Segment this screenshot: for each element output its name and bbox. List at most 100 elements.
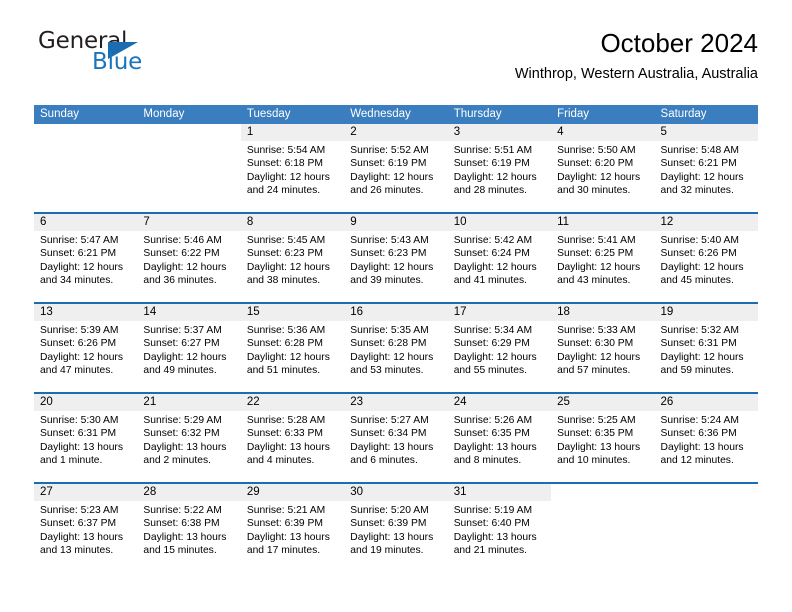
day-cell[interactable]: 24 Sunrise: 5:26 AM Sunset: 6:35 PM Dayligh… [447,394,552,482]
sunrise-text: Sunrise: 5:22 AM [143,505,222,516]
sunrise-text: Sunrise: 5:37 AM [143,325,222,336]
day-cell[interactable]: 16 Sunrise: 5:35 AM Sunset: 6:28 PM Dayligh… [344,304,448,392]
day-details: Sunrise: 5:33 AM Sunset: 6:30 PM Daylight:… [551,321,654,378]
day-number: 22 [240,394,345,411]
sunrise-text: Sunrise: 5:42 AM [453,235,533,246]
daylight-text: Daylight: 13 hours and 2 minutes. [143,441,227,467]
daylight-text: Daylight: 12 hours and 57 minutes. [557,351,641,377]
day-cell[interactable]: 17 Sunrise: 5:34 AM Sunset: 6:29 PM Dayligh… [447,304,552,392]
day-details: Sunrise: 5:50 AM Sunset: 6:20 PM Daylight:… [551,141,654,198]
day-number: 12 [654,214,758,231]
sunrise-text: Sunrise: 5:45 AM [246,235,326,246]
day-cell[interactable]: 11 Sunrise: 5:41 AM Sunset: 6:25 PM Dayligh… [551,214,655,302]
day-number: 11 [551,214,655,231]
day-cell[interactable]: 2 Sunrise: 5:52 AM Sunset: 6:19 PM Daylight… [344,124,448,212]
day-details: Sunrise: 5:34 AM Sunset: 6:29 PM Daylight:… [448,321,551,378]
sunrise-text: Sunrise: 5:24 AM [660,415,739,426]
day-details: Sunrise: 5:46 AM Sunset: 6:22 PM Daylight:… [137,231,240,288]
day-cell[interactable]: 23 Sunrise: 5:27 AM Sunset: 6:34 PM Dayligh… [344,394,448,482]
sunset-text: Sunset: 6:39 PM [350,518,427,530]
daylight-text: Daylight: 13 hours and 13 minutes. [40,531,123,557]
sunset-text: Sunset: 6:40 PM [453,518,530,530]
weekday-header-friday: Friday [557,108,590,120]
day-number: 4 [551,124,655,141]
daylight-text: Daylight: 12 hours and 43 minutes. [557,261,641,287]
week-row: 6 Sunrise: 5:47 AM Sunset: 6:21 PM Daylight… [34,212,758,302]
daylight-text: Daylight: 13 hours and 17 minutes. [246,531,330,557]
day-cell[interactable]: 1 Sunrise: 5:54 AM Sunset: 6:18 PM Daylight… [240,124,345,212]
page-title: October 2024 [600,28,758,58]
day-cell[interactable]: 25 Sunrise: 5:25 AM Sunset: 6:35 PM Dayligh… [551,394,655,482]
day-number: 14 [137,304,241,321]
sunset-text: Sunset: 6:38 PM [143,518,220,530]
day-details: Sunrise: 5:20 AM Sunset: 6:39 PM Daylight:… [344,501,447,558]
sunrise-text: Sunrise: 5:21 AM [246,505,326,516]
day-details: Sunrise: 5:26 AM Sunset: 6:35 PM Daylight:… [448,411,551,468]
day-cell-empty [137,124,241,212]
day-number [34,124,137,141]
day-number: 9 [344,214,448,231]
day-cell[interactable]: 20 Sunrise: 5:30 AM Sunset: 6:31 PM Dayligh… [34,394,138,482]
daylight-text: Daylight: 12 hours and 47 minutes. [40,351,123,377]
sunrise-text: Sunrise: 5:46 AM [143,235,222,246]
day-cell[interactable]: 18 Sunrise: 5:33 AM Sunset: 6:30 PM Dayligh… [551,304,655,392]
day-cell[interactable]: 28 Sunrise: 5:22 AM Sunset: 6:38 PM Dayligh… [137,484,241,572]
sunset-text: Sunset: 6:23 PM [246,248,323,260]
day-number: 13 [34,304,138,321]
day-cell[interactable]: 27 Sunrise: 5:23 AM Sunset: 6:37 PM Dayligh… [34,484,138,572]
weekday-header-row: Sunday Monday Tuesday Wednesday Thursday… [34,105,758,124]
sunrise-text: Sunrise: 5:28 AM [246,415,326,426]
day-cell[interactable]: 6 Sunrise: 5:47 AM Sunset: 6:21 PM Daylight… [34,214,138,302]
day-cell[interactable]: 26 Sunrise: 5:24 AM Sunset: 6:36 PM Dayligh… [654,394,758,482]
daylight-text: Daylight: 13 hours and 19 minutes. [350,531,434,557]
sunset-text: Sunset: 6:32 PM [143,428,220,440]
sunset-text: Sunset: 6:31 PM [40,428,117,440]
sunset-text: Sunset: 6:37 PM [40,518,117,530]
day-cell[interactable]: 31 Sunrise: 5:19 AM Sunset: 6:40 PM Dayligh… [447,484,552,572]
sunset-text: Sunset: 6:18 PM [246,158,323,170]
day-cell[interactable]: 14 Sunrise: 5:37 AM Sunset: 6:27 PM Dayligh… [137,304,241,392]
day-cell[interactable]: 13 Sunrise: 5:39 AM Sunset: 6:26 PM Dayligh… [34,304,138,392]
week-row: 20 Sunrise: 5:30 AM Sunset: 6:31 PM Dayligh… [34,392,758,482]
sunrise-text: Sunrise: 5:39 AM [40,325,119,336]
day-cell[interactable]: 5 Sunrise: 5:48 AM Sunset: 6:21 PM Daylight… [654,124,758,212]
day-cell[interactable]: 10 Sunrise: 5:42 AM Sunset: 6:24 PM Dayligh… [447,214,552,302]
daylight-text: Daylight: 13 hours and 10 minutes. [557,441,641,467]
sunrise-text: Sunrise: 5:23 AM [40,505,119,516]
day-cell[interactable]: 3 Sunrise: 5:51 AM Sunset: 6:19 PM Daylight… [447,124,552,212]
day-cell[interactable]: 8 Sunrise: 5:45 AM Sunset: 6:23 PM Daylight… [240,214,345,302]
day-number: 10 [447,214,552,231]
day-cell[interactable]: 29 Sunrise: 5:21 AM Sunset: 6:39 PM Dayligh… [240,484,345,572]
daylight-text: Daylight: 12 hours and 55 minutes. [453,351,537,377]
day-cell[interactable]: 22 Sunrise: 5:28 AM Sunset: 6:33 PM Dayligh… [240,394,345,482]
sunset-text: Sunset: 6:33 PM [246,428,323,440]
day-number: 25 [551,394,655,411]
day-cell[interactable]: 7 Sunrise: 5:46 AM Sunset: 6:22 PM Daylight… [137,214,241,302]
day-details: Sunrise: 5:40 AM Sunset: 6:26 PM Daylight:… [655,231,758,288]
daylight-text: Daylight: 13 hours and 21 minutes. [453,531,537,557]
daylight-text: Daylight: 13 hours and 12 minutes. [660,441,744,467]
day-number: 30 [344,484,448,501]
day-details: Sunrise: 5:52 AM Sunset: 6:19 PM Daylight:… [344,141,447,198]
day-cell-empty [654,484,758,572]
day-number: 17 [447,304,552,321]
day-cell[interactable]: 30 Sunrise: 5:20 AM Sunset: 6:39 PM Dayligh… [344,484,448,572]
day-cell[interactable]: 21 Sunrise: 5:29 AM Sunset: 6:32 PM Dayligh… [137,394,241,482]
brand-logo[interactable]: General Blue [34,28,234,84]
daylight-text: Daylight: 13 hours and 8 minutes. [453,441,537,467]
day-cell[interactable]: 9 Sunrise: 5:43 AM Sunset: 6:23 PM Daylight… [344,214,448,302]
day-details: Sunrise: 5:43 AM Sunset: 6:23 PM Daylight:… [344,231,447,288]
sunset-text: Sunset: 6:28 PM [246,338,323,350]
day-cell[interactable]: 15 Sunrise: 5:36 AM Sunset: 6:28 PM Dayligh… [240,304,345,392]
sunrise-text: Sunrise: 5:30 AM [40,415,119,426]
day-number: 2 [344,124,448,141]
sunset-text: Sunset: 6:35 PM [557,428,634,440]
day-cell[interactable]: 19 Sunrise: 5:32 AM Sunset: 6:31 PM Dayligh… [654,304,758,392]
weekday-header-monday: Monday [143,108,185,120]
day-cell[interactable]: 4 Sunrise: 5:50 AM Sunset: 6:20 PM Daylight… [551,124,655,212]
daylight-text: Daylight: 12 hours and 36 minutes. [143,261,227,287]
day-number: 23 [344,394,448,411]
day-details: Sunrise: 5:39 AM Sunset: 6:26 PM Daylight:… [34,321,137,378]
day-number: 29 [240,484,345,501]
day-cell[interactable]: 12 Sunrise: 5:40 AM Sunset: 6:26 PM Dayligh… [654,214,758,302]
